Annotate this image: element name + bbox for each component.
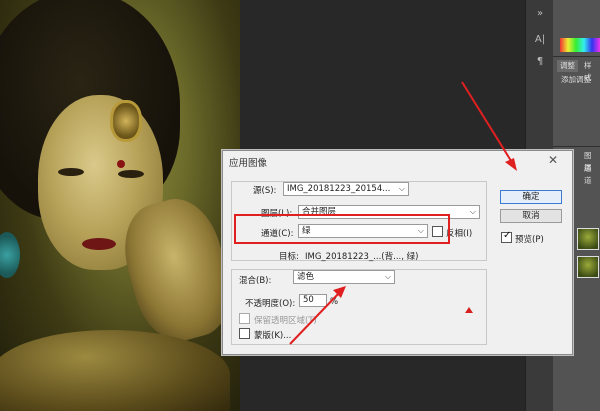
arrow-to-ok-line [461,81,514,165]
annotation-arrows [289,81,517,345]
arrow-to-ok-head [505,158,517,171]
arrow-to-blend-line [289,291,341,345]
